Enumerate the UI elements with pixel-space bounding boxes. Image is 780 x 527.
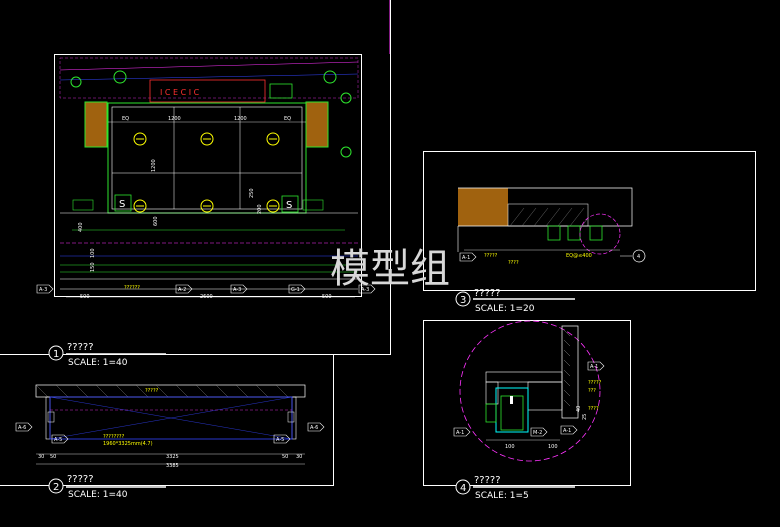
view1-ceiling-plan: I C E C I C EQ 1200 1200 EQ 1200 600 S S…: [36, 57, 376, 300]
detail4-dim-1: 100: [505, 444, 515, 450]
socket-label-right: S: [286, 200, 292, 211]
elevation-dim-3: 3325: [166, 454, 179, 460]
view3-title: ?????: [474, 288, 501, 299]
view4-title-block: 4 ????? SCALE: 1=5: [455, 475, 575, 501]
view2-number: 2: [53, 482, 59, 493]
plan-dim-bottom-2: 2600: [200, 294, 213, 300]
plan-note: ??????: [124, 285, 140, 291]
view3-scale: SCALE: 1=20: [475, 304, 535, 314]
plan-dim-bottom-1: 500: [80, 294, 90, 300]
plan-tag-2: A-2: [178, 287, 186, 293]
elevation-dim-4: 50: [282, 454, 288, 460]
plan-dim-bottom-3: 500: [322, 294, 332, 300]
detail4-note-3: ????: [588, 406, 599, 412]
elevation-tag-1: A-6: [18, 425, 26, 431]
plan-dim-side-6: 100: [90, 248, 96, 258]
view4-title: ?????: [474, 475, 501, 486]
plan-dim-side-2: 600: [153, 216, 159, 226]
detail4-tag-1: A-1: [456, 430, 464, 436]
detail4-tag-4: A-1: [563, 428, 571, 434]
detail4-tag-3: A-1: [590, 364, 598, 370]
detail4-dim-3: 40: [576, 406, 582, 412]
view1-sheet-border: [0, 0, 391, 355]
elevation-dim-6: 3385: [166, 463, 179, 469]
view2-scale: SCALE: 1=40: [68, 490, 128, 500]
section3-note2: ????: [508, 260, 519, 266]
view4-scale: SCALE: 1=5: [475, 491, 529, 501]
elevation-dim-2: 50: [50, 454, 56, 460]
plan-dim-top-1: EQ: [122, 116, 129, 122]
elevation-dim-1: 30: [38, 454, 44, 460]
plan-dim-top-4: EQ: [284, 116, 291, 122]
section3-tag-1: A-1: [462, 255, 470, 261]
plan-tag-4: G-1: [291, 287, 300, 293]
plan-dim-side-5: 400: [78, 222, 84, 232]
elevation-top-note: ?????: [145, 388, 159, 394]
detail4-tag-2: M-2: [533, 430, 542, 436]
elevation-tag-2: A-5: [54, 437, 62, 443]
plan-tag-1: A-3: [39, 287, 47, 293]
view3-number: 3: [460, 295, 466, 306]
view4-detail: 100 100 40 25 A-1 M-2 A-1 A-1 ????? ??? …: [453, 320, 605, 462]
view2-title: ?????: [67, 474, 94, 485]
elevation-tag-4: A-5: [276, 437, 284, 443]
plan-tag-3: A-3: [233, 287, 241, 293]
section3-tag-2: 4: [637, 254, 640, 260]
plan-dim-side-1: 1200: [151, 159, 157, 172]
detail4-note-2: ???: [588, 388, 596, 394]
svg-text:I C E C I C: I C E C I C: [160, 88, 200, 97]
detail4-dim-2: 100: [548, 444, 558, 450]
elevation-dim-5: 30: [296, 454, 302, 460]
elevation-tag-3: A-6: [310, 425, 318, 431]
view3-title-block: 3 ????? SCALE: 1=20: [455, 288, 575, 314]
view1-frame: [54, 54, 362, 297]
view1-number: 1: [53, 349, 59, 360]
section3-note3: EQ@≤400: [566, 253, 592, 259]
view2-elevation: ????? ???????? 1960*3325mm(4.7) 30 50 33…: [15, 384, 325, 469]
plan-dim-top-2: 1200: [168, 116, 181, 122]
view1-scale: SCALE: 1=40: [68, 358, 128, 368]
view2-title-block: 2 ????? SCALE: 1=40: [48, 474, 166, 500]
cad-drawing-canvas: I C E C I C EQ 1200 1200 EQ 1200 600 S S…: [0, 0, 780, 527]
socket-label-left: S: [119, 199, 125, 210]
plan-dim-top-3: 1200: [234, 116, 247, 122]
watermark: 模型组: [330, 246, 450, 292]
plan-dim-side-3: 200: [257, 204, 263, 214]
detail4-note-1: ?????: [588, 380, 602, 386]
elevation-center-note2: 1960*3325mm(4.7): [103, 441, 153, 447]
view1-title: ?????: [67, 342, 94, 353]
plan-dim-side-7: 150: [90, 262, 96, 272]
plan-dim-side-4: 250: [249, 188, 255, 198]
elevation-center-note1: ????????: [103, 434, 125, 440]
view4-number: 4: [460, 483, 466, 494]
cad-drawing: I C E C I C EQ 1200 1200 EQ 1200 600 S S…: [0, 0, 756, 501]
section3-note1: ?????: [484, 253, 498, 259]
view3-section: 4 ????? ???? EQ@≤400 A-1: [457, 187, 646, 266]
detail4-dim-4: 25: [582, 414, 588, 420]
